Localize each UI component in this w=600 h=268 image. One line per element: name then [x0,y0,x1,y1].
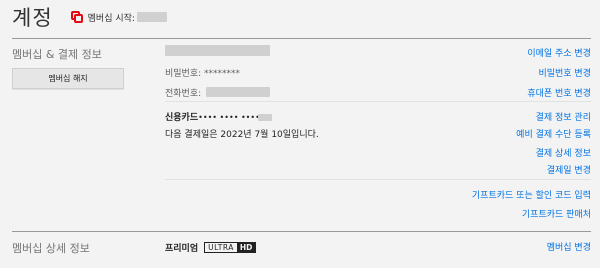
ultra-hd-badge: ULTRA HD [204,242,257,253]
next-billing-text: 다음 결제일은 2022년 7월 10일입니다. [165,130,319,140]
plan-section-label: 멤버십 상세 정보 [12,242,90,255]
gift-retailers-link[interactable]: 기프트카드 판매처 [522,207,591,220]
member-since-date-redacted [136,12,167,22]
inner-divider [165,179,591,180]
card-last-digits-redacted [258,114,272,121]
phone-redacted [206,87,270,97]
badge-ultra: ULTRA [208,243,234,252]
section-divider-plan [12,231,591,232]
inner-divider [165,101,591,102]
change-password-link[interactable]: 비밀번호 변경 [538,66,591,79]
card-mask: •••• •••• •••• [198,113,260,122]
change-billing-day-link[interactable]: 결제일 변경 [547,163,591,176]
plan-name: 프리미엄 [165,244,199,254]
card-label: 신용카드 [165,113,199,123]
section-divider-top [12,38,591,39]
badge-hd: HD [236,243,256,252]
member-since-label: 멤버십 시작: [87,13,135,24]
page-title: 계정 [12,6,53,30]
plan-info: 프리미엄 ULTRA HD [165,241,257,254]
change-plan-link[interactable]: 멤버십 변경 [547,240,591,253]
change-email-link[interactable]: 이메일 주소 변경 [527,46,591,59]
password-value: ******** [204,69,241,79]
membership-section-label: 멤버십 & 결제 정보 [12,48,102,61]
manage-payment-link[interactable]: 결제 정보 관리 [536,110,591,123]
redeem-gift-link[interactable]: 기프트카드 또는 할인 코드 입력 [472,188,591,201]
card-row: 신용카드•••• •••• •••• [165,110,260,123]
member-since-icon [70,11,83,23]
cancel-membership-button[interactable]: 멤버십 해지 [12,68,124,89]
member-since: 멤버십 시작: [70,11,167,24]
phone-label: 전화번호: [165,89,202,99]
backup-payment-link[interactable]: 예비 결제 수단 등록 [516,127,591,140]
billing-details-link[interactable]: 결제 상세 정보 [536,146,591,159]
password-label: 비밀번호: [165,69,202,79]
email-redacted [165,45,270,56]
change-phone-link[interactable]: 휴대폰 번호 변경 [527,86,591,99]
password-row: 비밀번호: ******** [165,66,240,79]
page-header: 계정 멤버십 시작: [12,4,167,30]
